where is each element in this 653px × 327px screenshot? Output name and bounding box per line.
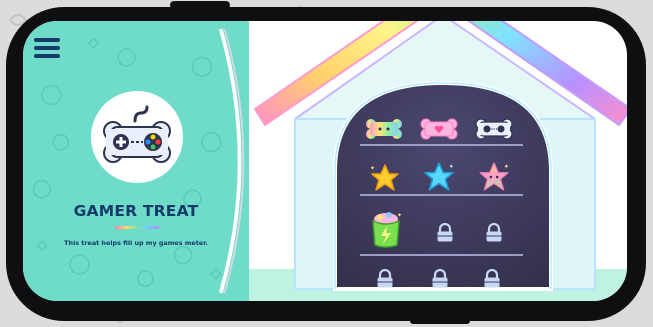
svg-text:✦: ✦ bbox=[370, 165, 375, 172]
treat-icon-badge bbox=[91, 91, 183, 183]
title-underline bbox=[115, 226, 159, 229]
device-button-top bbox=[170, 1, 230, 9]
svg-text:✦: ✦ bbox=[449, 162, 455, 170]
rainbow-bone-icon[interactable] bbox=[365, 117, 403, 141]
game-controller-icon bbox=[103, 105, 171, 163]
padlock-icon bbox=[486, 223, 502, 242]
svg-text:✦: ✦ bbox=[504, 162, 510, 170]
gold-star-icon[interactable]: ✦ bbox=[370, 163, 400, 193]
padlock-icon bbox=[484, 269, 500, 288]
pink-heart-bone-icon[interactable] bbox=[420, 117, 458, 141]
padlock-icon bbox=[437, 223, 453, 242]
game-screen: GAMER TREAT This treat helps fill up my … bbox=[23, 21, 627, 301]
padlock-icon bbox=[432, 269, 448, 288]
menu-button[interactable] bbox=[34, 36, 62, 60]
controller-bone-icon[interactable] bbox=[475, 117, 513, 141]
treat-description: This treat helps fill up my games meter. bbox=[64, 239, 208, 247]
green-treat-bag-icon[interactable]: ✦ bbox=[369, 209, 403, 249]
treat-title: GAMER TREAT bbox=[73, 202, 199, 220]
blue-star-icon[interactable]: ✦ bbox=[423, 161, 455, 193]
device-button-bottom bbox=[410, 318, 470, 324]
padlock-icon bbox=[377, 269, 393, 288]
rainbow-star-icon[interactable]: ✦ bbox=[478, 161, 510, 193]
svg-text:✦: ✦ bbox=[397, 212, 402, 219]
